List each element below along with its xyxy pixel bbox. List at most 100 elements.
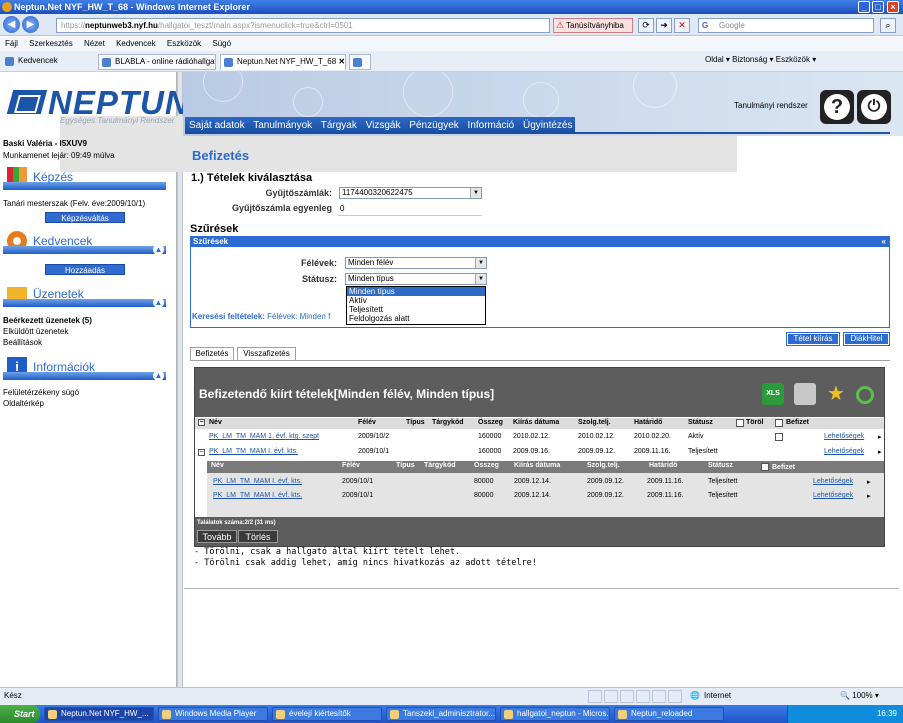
select-all-sub-befizet-checkbox[interactable] xyxy=(761,463,769,471)
option-teljesitett[interactable]: Teljesített xyxy=(347,305,485,314)
certificate-error-badge[interactable]: Tanúsítványhiba xyxy=(553,18,633,33)
col-hatarido[interactable]: Határidő xyxy=(634,419,662,426)
nav-tanulmanyok[interactable]: Tanulmányok xyxy=(253,120,312,131)
tetel-kiiras-button[interactable]: Tétel kiírás xyxy=(786,332,840,346)
col-statusz[interactable]: Státusz xyxy=(688,419,713,426)
collapse-up-icon[interactable]: ▲ xyxy=(153,244,164,255)
hozzaadas-button[interactable]: Hozzáadás xyxy=(45,264,125,275)
menu-help[interactable]: Súgó xyxy=(212,39,231,48)
lehetosegek-link[interactable]: Lehetőségek xyxy=(813,492,853,499)
collapse-row-icon[interactable]: − xyxy=(198,449,205,456)
option-feldolgozas[interactable]: Feldolgozás alatt xyxy=(347,314,485,323)
nav-penzugyek[interactable]: Pénzügyek xyxy=(409,120,458,131)
statusz-select[interactable]: Minden típus ▼ xyxy=(345,273,487,285)
go-icon[interactable]: ➜ xyxy=(656,18,672,33)
menu-view[interactable]: Nézet xyxy=(84,39,105,48)
tab-neptun[interactable]: Neptun.Net NYF_HW_T_68 ✕ xyxy=(220,54,346,70)
taskbar-item-word[interactable]: hallgatoi_neptun - Micros... xyxy=(500,707,610,721)
lehetosegek-link[interactable]: Lehetőségek xyxy=(824,433,864,440)
col-nev[interactable]: Név xyxy=(209,419,222,426)
taskbar-item-folder[interactable]: évelejí kiértesítők xyxy=(272,707,382,721)
subrow-name-link[interactable]: PK_LM_TM_MAM I. évf. kts. xyxy=(213,492,302,499)
taskbar-item-reloaded[interactable]: Neptun_reloaded xyxy=(614,707,724,721)
favorites-button[interactable]: Kedvencek xyxy=(2,54,64,70)
kepzesvaltas-button[interactable]: Képzésváltás xyxy=(45,212,125,223)
refresh-icon[interactable]: ⟳ xyxy=(638,18,654,33)
collapse-all-icon[interactable]: − xyxy=(198,419,205,426)
menu-edit[interactable]: Szerkesztés xyxy=(29,39,73,48)
col-felev[interactable]: Félév xyxy=(358,419,376,426)
col-torol[interactable]: Töröl xyxy=(746,419,764,426)
option-aktiv[interactable]: Aktív xyxy=(347,296,485,305)
logout-button[interactable]: ⏻ xyxy=(857,90,891,124)
subrow-name-link[interactable]: PK_LM_TM_MAM I. évf. kts. xyxy=(213,478,302,485)
subcol-hatarido[interactable]: Határidő xyxy=(649,462,677,469)
new-tab-button[interactable] xyxy=(349,54,371,70)
beallitasok-link[interactable]: Beállítások xyxy=(3,338,42,347)
row-name-link[interactable]: PK_LM_TM_MAM 1. évf. ktg. szept xyxy=(209,433,319,440)
subcol-tipus[interactable]: Típus xyxy=(396,462,415,469)
nav-ugyintezes[interactable]: Ügyintézés xyxy=(523,120,572,131)
nav-informacio[interactable]: Információ xyxy=(468,120,515,131)
oldalterkep-link[interactable]: Oldaltérkép xyxy=(3,399,44,408)
subcol-kiiras[interactable]: Kiírás dátuma xyxy=(514,462,560,469)
beerkezett-link[interactable]: Beérkezett üzenetek (5) xyxy=(3,316,92,325)
col-targykod[interactable]: Tárgykód xyxy=(432,419,464,426)
pin-icon[interactable]: ★ xyxy=(825,383,847,405)
close-tab-icon[interactable]: ✕ xyxy=(338,57,345,66)
start-button[interactable]: Start xyxy=(0,705,40,723)
select-all-befizet-checkbox[interactable] xyxy=(775,419,783,427)
tovabb-button[interactable]: Tovább xyxy=(197,530,237,543)
forward-button[interactable]: ▶ xyxy=(22,16,39,33)
select-all-torol-checkbox[interactable] xyxy=(736,419,744,427)
gyujto-select[interactable]: 1174400320622475 ▼ xyxy=(339,187,482,199)
menu-tools[interactable]: Eszközök xyxy=(167,39,201,48)
taskbar-item-wmp[interactable]: Windows Media Player xyxy=(158,707,268,721)
subcol-nev[interactable]: Név xyxy=(211,462,224,469)
diakhitel-button[interactable]: DiákHitel xyxy=(843,332,890,346)
subcol-befizet[interactable]: Befizet xyxy=(772,464,795,471)
tab-blabla[interactable]: BLABLA - online rádióhallgat... xyxy=(98,54,216,70)
nav-targyak[interactable]: Tárgyak xyxy=(321,120,357,131)
subcol-osszeg[interactable]: Összeg xyxy=(474,462,499,469)
collapse-icon[interactable]: « xyxy=(882,237,886,247)
back-button[interactable]: ◀ xyxy=(3,16,20,33)
taskbar-item-tanszeki[interactable]: Tanszeki_adminisztrator... xyxy=(386,707,496,721)
lehetosegek-link[interactable]: Lehetőségek xyxy=(813,478,853,485)
tab-visszafizetes[interactable]: Visszafizetés xyxy=(237,347,296,361)
xls-export-icon[interactable]: XLS xyxy=(762,383,784,405)
lehetosegek-link[interactable]: Lehetőségek xyxy=(824,448,864,455)
maximize-button[interactable]: □ xyxy=(872,1,884,13)
search-input[interactable]: Google xyxy=(698,18,874,33)
subcol-felev[interactable]: Félév xyxy=(342,462,360,469)
nav-vizsgak[interactable]: Vizsgák xyxy=(366,120,401,131)
col-szolg[interactable]: Szolg.telj. xyxy=(578,419,611,426)
nav-sajat-adatok[interactable]: Saját adatok xyxy=(189,120,245,131)
search-icon[interactable] xyxy=(856,386,874,404)
menu-favorites[interactable]: Kedvencek xyxy=(116,39,156,48)
option-minden-tipus[interactable]: Minden típus xyxy=(347,287,485,296)
print-icon[interactable] xyxy=(794,383,816,405)
col-tipus[interactable]: Típus xyxy=(406,419,425,426)
col-befizet[interactable]: Befizet xyxy=(786,419,809,426)
subcol-targykod[interactable]: Tárgykód xyxy=(424,462,456,469)
collapse-up-icon[interactable]: ▲ xyxy=(153,370,164,381)
close-window-button[interactable]: × xyxy=(887,1,899,13)
zoom-control[interactable]: 🔍 100% ▾ xyxy=(840,691,879,700)
subcol-szolg[interactable]: Szolg.telj. xyxy=(587,462,620,469)
sugo-link[interactable]: Felületérzékeny súgó xyxy=(3,388,79,397)
search-icon[interactable]: ⌕ xyxy=(880,18,896,33)
taskbar-item-neptun[interactable]: Neptun.Net NYF_HW_... xyxy=(44,707,154,721)
menu-file[interactable]: Fájl xyxy=(5,39,18,48)
torol-checkbox[interactable] xyxy=(775,433,783,441)
collapse-up-icon[interactable]: ▲ xyxy=(153,297,164,308)
elkuldott-link[interactable]: Elküldött üzenetek xyxy=(3,327,68,336)
subcol-statusz[interactable]: Státusz xyxy=(708,462,733,469)
address-input[interactable]: https://neptunweb3.nyf.hu/hallgatoi_tesz… xyxy=(56,18,550,33)
help-button[interactable]: ? xyxy=(820,90,854,124)
row-name-link[interactable]: PK_LM_TM_MAM I. évf. kts. xyxy=(209,448,298,455)
col-osszeg[interactable]: Összeg xyxy=(478,419,503,426)
tab-befizetes[interactable]: Befizetés xyxy=(190,347,234,361)
torles-button[interactable]: Törlés xyxy=(238,530,278,543)
stop-icon[interactable]: ✕ xyxy=(674,18,690,33)
